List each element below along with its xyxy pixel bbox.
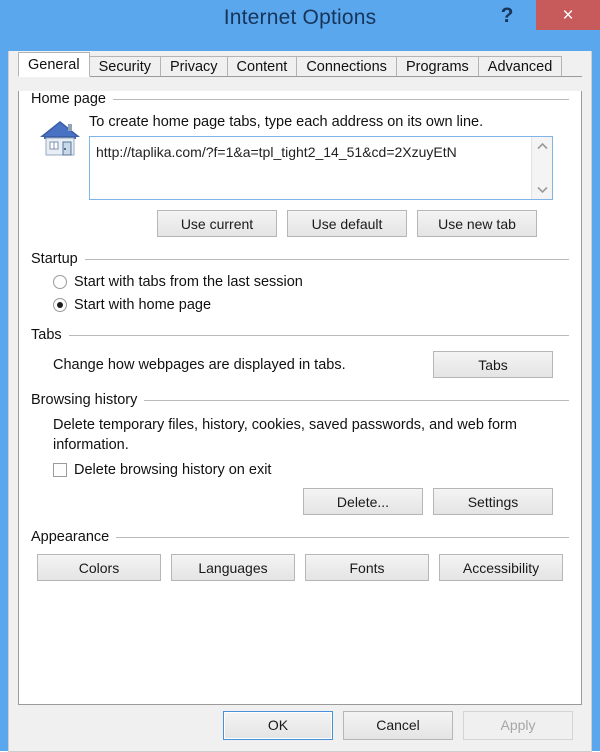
tab-advanced[interactable]: Advanced (477, 56, 563, 77)
appearance-group: Appearance Colors Languages Fonts Access… (31, 529, 569, 582)
browsing-history-group: Browsing history Delete temporary files,… (31, 392, 569, 516)
startup-group-label: Startup (31, 251, 78, 267)
close-button[interactable]: × (536, 0, 600, 30)
group-divider (112, 98, 569, 100)
browsing-history-group-header: Browsing history (31, 392, 569, 408)
radio-home-page[interactable] (53, 298, 67, 312)
home-page-group-header: Home page (31, 91, 569, 107)
home-icon (31, 114, 89, 237)
languages-button[interactable]: Languages (171, 554, 295, 582)
tab-privacy[interactable]: Privacy (159, 56, 228, 77)
group-divider (116, 536, 569, 538)
cancel-button[interactable]: Cancel (343, 710, 453, 740)
tabs-group: Tabs Change how webpages are displayed i… (31, 327, 569, 378)
window-title: Internet Options (223, 6, 377, 29)
tab-strip: General Security Privacy Content Connect… (18, 51, 582, 77)
use-current-button[interactable]: Use current (157, 210, 277, 237)
browsing-history-description: Delete temporary files, history, cookies… (53, 417, 517, 453)
checkbox-delete-history-on-exit[interactable] (53, 463, 67, 478)
radio-last-session[interactable] (53, 275, 67, 289)
ok-button[interactable]: OK (223, 710, 333, 740)
browsing-history-group-label: Browsing history (31, 392, 138, 408)
delete-history-on-exit-label: Delete browsing history on exit (74, 462, 272, 479)
dialog-body: General Security Privacy Content Connect… (8, 51, 592, 752)
tabs-group-label: Tabs (31, 327, 62, 343)
tab-connections[interactable]: Connections (296, 56, 397, 77)
home-page-url-textarea[interactable]: http://taplika.com/?f=1&a=tpl_tight2_14_… (89, 136, 553, 200)
home-page-description: To create home page tabs, type each addr… (89, 114, 484, 130)
startup-group-header: Startup (31, 251, 569, 267)
use-default-button[interactable]: Use default (287, 210, 407, 237)
home-page-group: Home page To create home page tabs, type… (31, 91, 569, 237)
dialog-footer: OK Cancel Apply (9, 699, 591, 751)
tab-content[interactable]: Content (226, 56, 298, 77)
group-divider (84, 258, 569, 260)
tab-general[interactable]: General (18, 52, 90, 77)
tabs-row: Change how webpages are displayed in tab… (31, 351, 569, 378)
startup-option-last-session[interactable]: Start with tabs from the last session (31, 274, 569, 290)
fonts-button[interactable]: Fonts (305, 554, 429, 582)
appearance-group-header: Appearance (31, 529, 569, 545)
general-tab-page: Home page To create home page tabs, type… (18, 91, 582, 705)
settings-button[interactable]: Settings (433, 488, 553, 516)
close-icon: × (562, 4, 574, 26)
home-page-group-label: Home page (31, 91, 106, 107)
home-page-row: To create home page tabs, type each addr… (31, 114, 569, 237)
startup-option-home-page-label: Start with home page (74, 297, 212, 313)
group-divider (68, 334, 569, 336)
tabs-description: Change how webpages are displayed in tab… (53, 356, 346, 373)
tabs-button[interactable]: Tabs (433, 351, 553, 378)
colors-button[interactable]: Colors (37, 554, 161, 582)
delete-button[interactable]: Delete... (303, 488, 423, 516)
accessibility-button[interactable]: Accessibility (439, 554, 563, 582)
startup-option-home-page[interactable]: Start with home page (31, 297, 569, 313)
home-page-url-value: http://taplika.com/?f=1&a=tpl_tight2_14_… (96, 144, 457, 160)
group-divider (144, 399, 569, 401)
home-page-content: To create home page tabs, type each addr… (89, 114, 569, 237)
apply-button: Apply (463, 710, 573, 740)
use-new-tab-button[interactable]: Use new tab (417, 210, 537, 237)
startup-option-last-session-label: Start with tabs from the last session (74, 274, 303, 290)
delete-history-on-exit-row[interactable]: Delete browsing history on exit (31, 462, 569, 478)
title-bar: Internet Options ? × (8, 0, 600, 42)
url-scrollbar[interactable] (531, 137, 552, 199)
help-button[interactable]: ? (494, 2, 520, 30)
browsing-history-buttons: Delete... Settings (31, 488, 569, 516)
internet-options-window: Internet Options ? × General Security Pr… (0, 0, 600, 752)
tab-security[interactable]: Security (88, 56, 161, 77)
home-page-buttons: Use current Use default Use new tab (89, 210, 553, 237)
appearance-group-label: Appearance (31, 529, 110, 546)
chevron-up-icon (536, 142, 548, 150)
chevron-down-icon (536, 186, 548, 194)
startup-group: Startup Start with tabs from the last se… (31, 251, 569, 313)
tab-programs[interactable]: Programs (395, 56, 479, 77)
tabs-group-header: Tabs (31, 327, 569, 343)
appearance-buttons: Colors Languages Fonts Accessibility (31, 554, 569, 582)
